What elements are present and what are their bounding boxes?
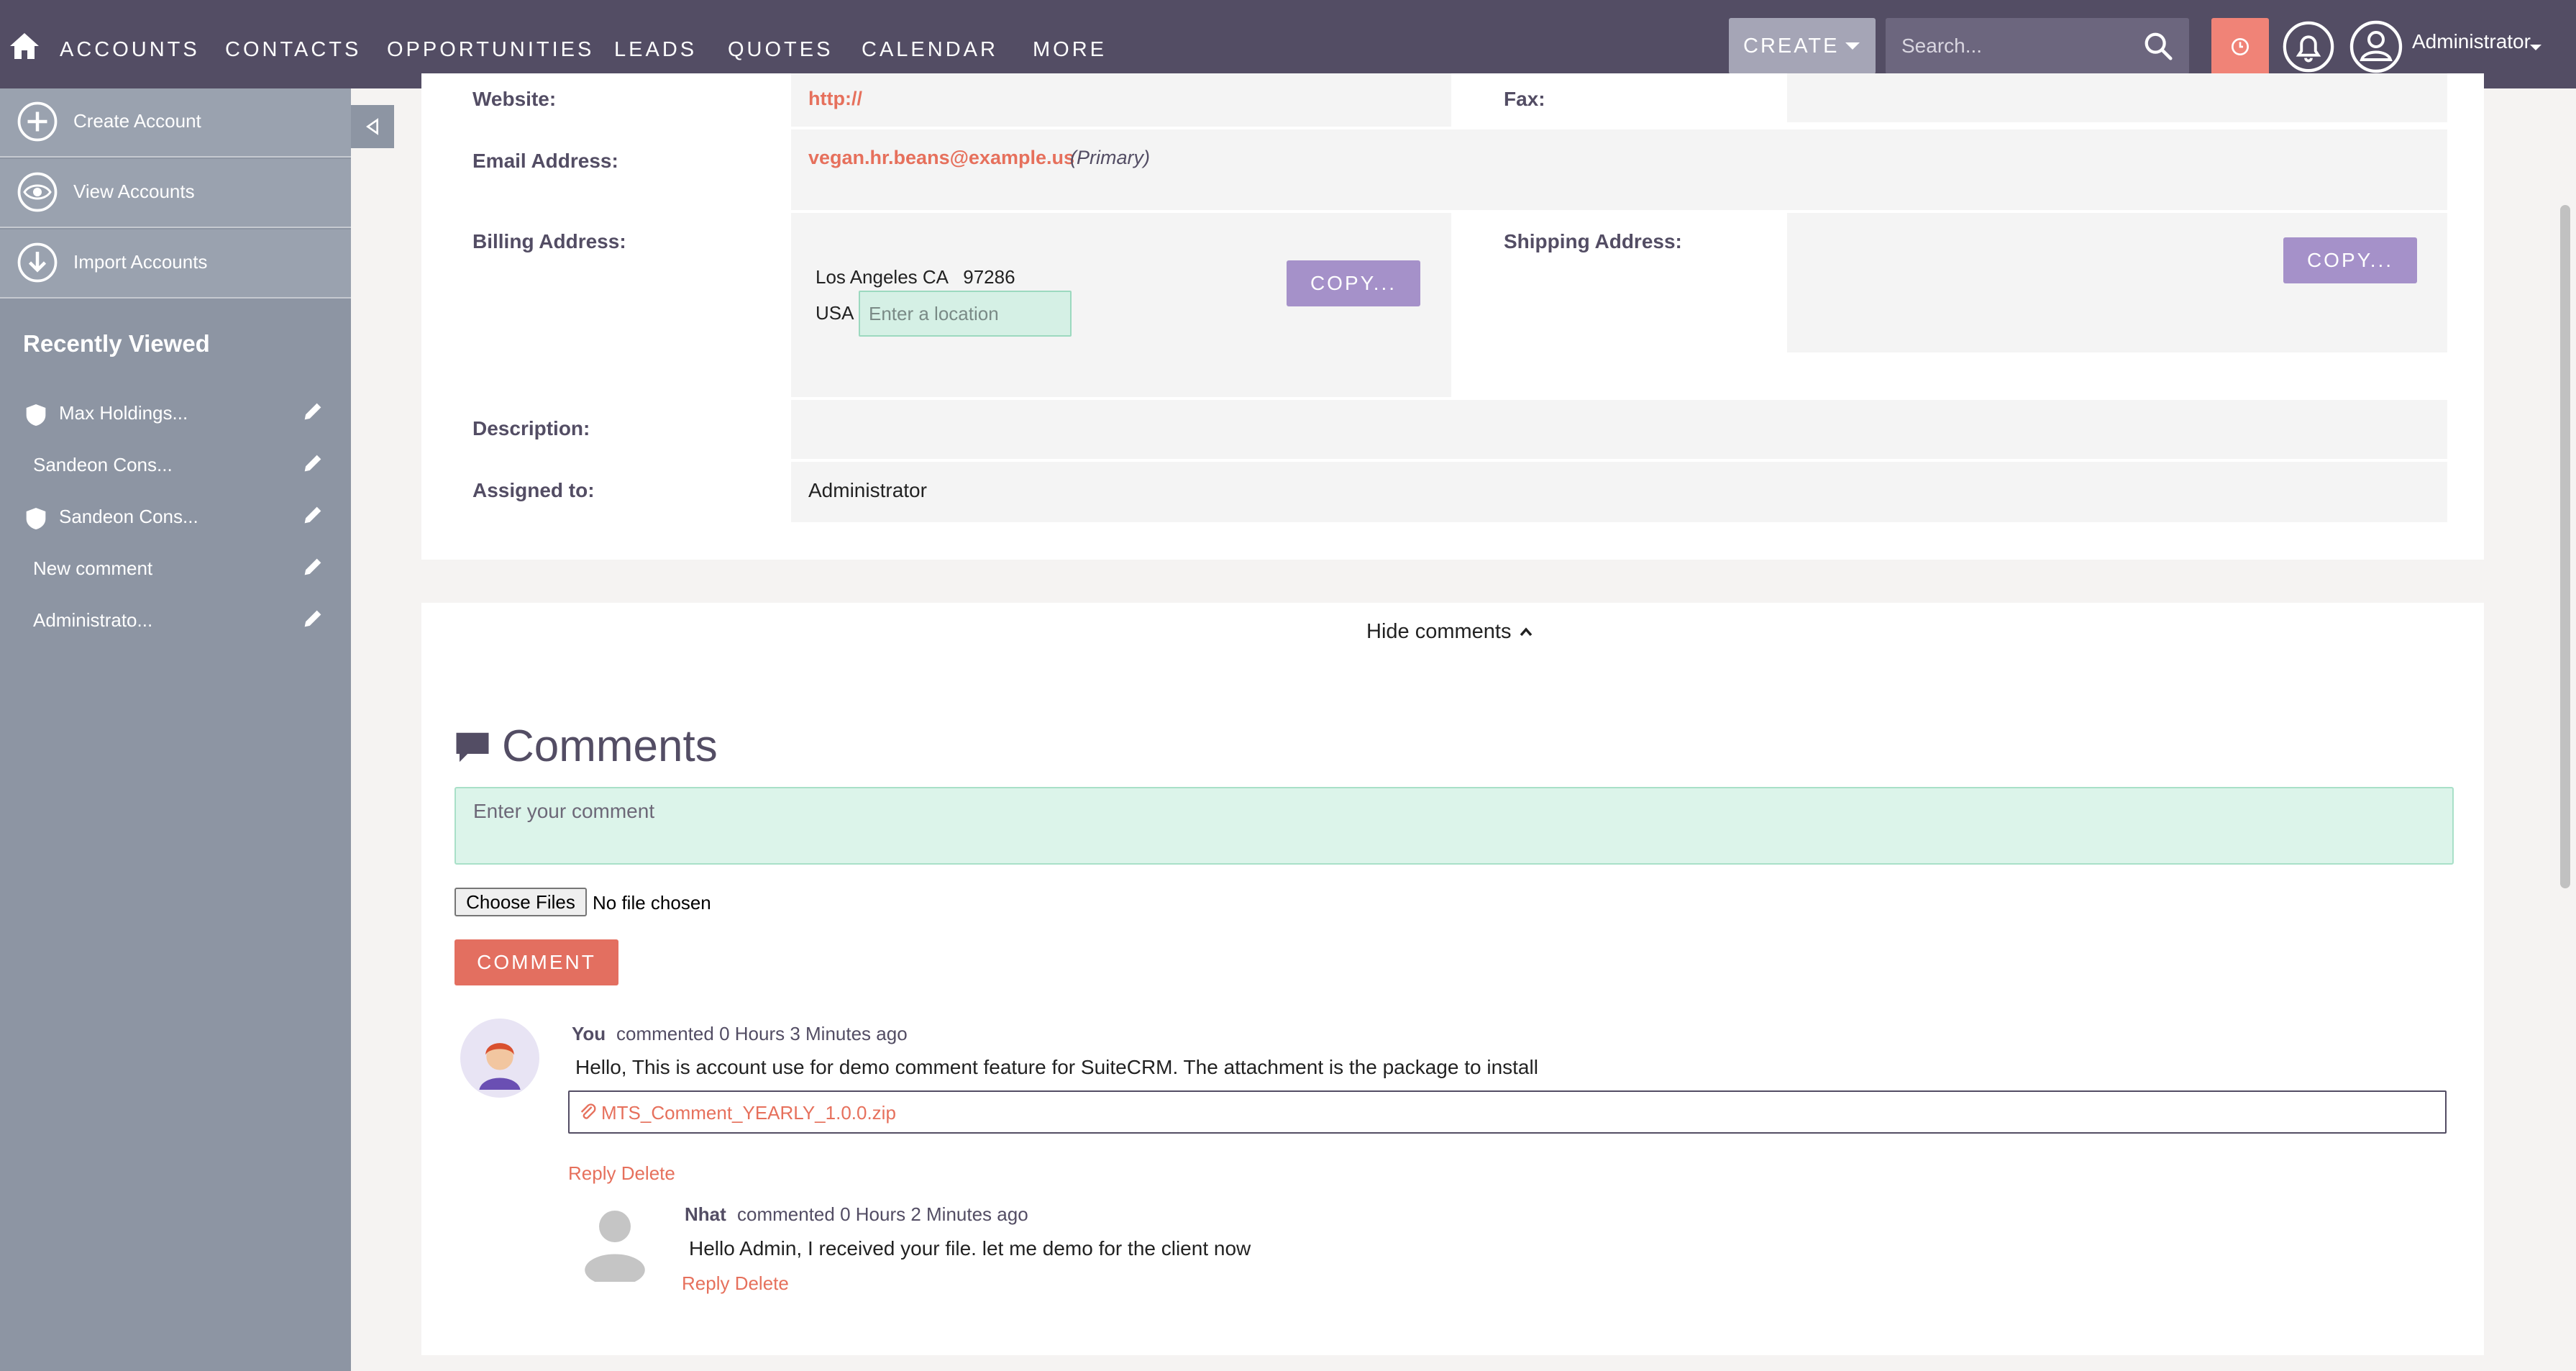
nav-quotes[interactable]: QUOTES	[728, 36, 833, 63]
nav-more[interactable]: MORE	[1033, 36, 1107, 63]
pencil-icon[interactable]	[301, 503, 325, 527]
recently-viewed-label: Sandeon Cons...	[59, 506, 198, 527]
website-field: http://	[791, 73, 1451, 127]
shipping-address-label: Shipping Address:	[1504, 230, 1682, 252]
user-avatar-icon	[460, 1019, 539, 1098]
pencil-icon[interactable]	[301, 606, 325, 631]
nav-opportunities[interactable]: OPPORTUNITIES	[387, 36, 594, 63]
search-box	[1886, 18, 2189, 74]
plus-circle-icon	[17, 101, 58, 142]
home-icon[interactable]	[7, 29, 42, 63]
chevron-down-icon[interactable]	[2530, 45, 2541, 50]
billing-country: USA	[816, 302, 854, 324]
pencil-icon[interactable]	[301, 451, 325, 475]
sidebar-create-account[interactable]: Create Account	[0, 88, 351, 158]
create-button[interactable]: CREATE	[1729, 18, 1876, 74]
recent-activity-button[interactable]	[2211, 18, 2269, 76]
email-link[interactable]: vegan.hr.beans@example.us	[808, 147, 1074, 169]
comment-reply-delete-links[interactable]: Reply Delete	[682, 1272, 789, 1295]
recently-viewed-item[interactable]: Sandeon Cons...	[0, 496, 351, 536]
comment-attachment[interactable]: MTS_Comment_YEARLY_1.0.0.zip	[568, 1090, 2447, 1134]
bell-icon[interactable]	[2280, 18, 2337, 76]
hide-comments-label: Hide comments	[1366, 620, 1512, 643]
submit-comment-button[interactable]: COMMENT	[455, 939, 618, 985]
recently-viewed-title: Recently Viewed	[23, 330, 210, 357]
comment-meta: commented 0 Hours 3 Minutes ago	[616, 1023, 908, 1044]
user-menu-label[interactable]: Administrator	[2412, 30, 2531, 53]
comment-text: Hello, This is account use for demo comm…	[575, 1056, 1538, 1078]
no-file-chosen-label: No file chosen	[593, 892, 711, 914]
comment-text: Hello Admin, I received your file. let m…	[689, 1237, 1251, 1260]
assigned-to-label: Assigned to:	[472, 479, 595, 501]
comment-bubble-icon	[456, 732, 489, 762]
chevron-down-icon	[1845, 42, 1860, 50]
nav-calendar[interactable]: CALENDAR	[862, 36, 998, 63]
sidebar-action-label: View Accounts	[73, 181, 195, 202]
shield-icon	[26, 404, 46, 426]
user-avatar-icon[interactable]	[2347, 18, 2405, 76]
comment-author: You	[572, 1023, 606, 1044]
website-label: Website:	[472, 88, 557, 110]
choose-files-button[interactable]: Choose Files	[455, 888, 587, 916]
comment-reply-delete-links[interactable]: Reply Delete	[568, 1162, 675, 1185]
sidebar-collapse-button[interactable]	[351, 105, 394, 148]
assigned-to-field: Administrator	[791, 462, 2447, 522]
shield-icon	[26, 508, 46, 529]
comment-meta: commented 0 Hours 2 Minutes ago	[737, 1203, 1028, 1225]
eye-icon	[17, 172, 58, 212]
scrollbar-thumb[interactable]	[2560, 205, 2570, 888]
website-link[interactable]: http://	[808, 88, 862, 110]
recently-viewed-label: Administrato...	[33, 609, 153, 631]
comment-author: Nhat	[685, 1203, 726, 1225]
description-label: Description:	[472, 417, 590, 439]
pencil-icon[interactable]	[301, 555, 325, 579]
billing-city-zip: Los Angeles CA 97286	[816, 266, 1015, 288]
recently-viewed-item[interactable]: Sandeon Cons...	[0, 444, 351, 484]
copy-billing-button[interactable]: COPY...	[1287, 260, 1420, 306]
user-avatar-icon	[585, 1211, 645, 1282]
nav-contacts[interactable]: CONTACTS	[225, 36, 361, 63]
chevron-up-icon	[1520, 627, 1532, 637]
comment-input[interactable]	[455, 787, 2454, 865]
fax-label: Fax:	[1504, 88, 1545, 110]
location-input[interactable]	[859, 291, 1072, 337]
recently-viewed-label: New comment	[33, 557, 153, 579]
nav-leads[interactable]: LEADS	[614, 36, 697, 63]
sidebar-view-accounts[interactable]: View Accounts	[0, 159, 351, 228]
attachment-filename: MTS_Comment_YEARLY_1.0.0.zip	[601, 1102, 896, 1124]
sidebar: Create Account View Accounts Import Acco…	[0, 88, 351, 1371]
sidebar-action-label: Import Accounts	[73, 251, 208, 273]
description-field	[791, 400, 2447, 459]
chevron-left-icon	[366, 118, 378, 135]
search-input[interactable]	[1900, 32, 2130, 60]
sidebar-import-accounts[interactable]: Import Accounts	[0, 229, 351, 299]
recently-viewed-item[interactable]: Administrato...	[0, 599, 351, 639]
recently-viewed-label: Max Holdings...	[59, 402, 188, 424]
recently-viewed-label: Sandeon Cons...	[33, 454, 173, 475]
email-label: Email Address:	[472, 150, 618, 172]
download-icon	[17, 242, 58, 283]
paperclip-icon	[580, 1103, 596, 1119]
copy-shipping-button[interactable]: COPY...	[2283, 237, 2417, 283]
recently-viewed-item[interactable]: Max Holdings...	[0, 392, 351, 432]
create-label: CREATE	[1743, 35, 1840, 58]
search-icon[interactable]	[2142, 29, 2175, 63]
sidebar-action-label: Create Account	[73, 110, 201, 132]
fax-field	[1787, 73, 2447, 122]
pencil-icon[interactable]	[301, 399, 325, 424]
assigned-to-value: Administrator	[808, 479, 927, 501]
clock-icon	[2232, 38, 2249, 55]
recently-viewed-item[interactable]: New comment	[0, 547, 351, 588]
email-primary-tag: (Primary)	[1070, 147, 1150, 168]
billing-address-label: Billing Address:	[472, 230, 626, 252]
email-field: vegan.hr.beans@example.us (Primary)	[791, 129, 2447, 210]
nav-accounts[interactable]: ACCOUNTS	[60, 36, 200, 63]
comments-title: Comments	[502, 721, 718, 771]
hide-comments-toggle[interactable]: Hide comments	[1366, 620, 1535, 644]
